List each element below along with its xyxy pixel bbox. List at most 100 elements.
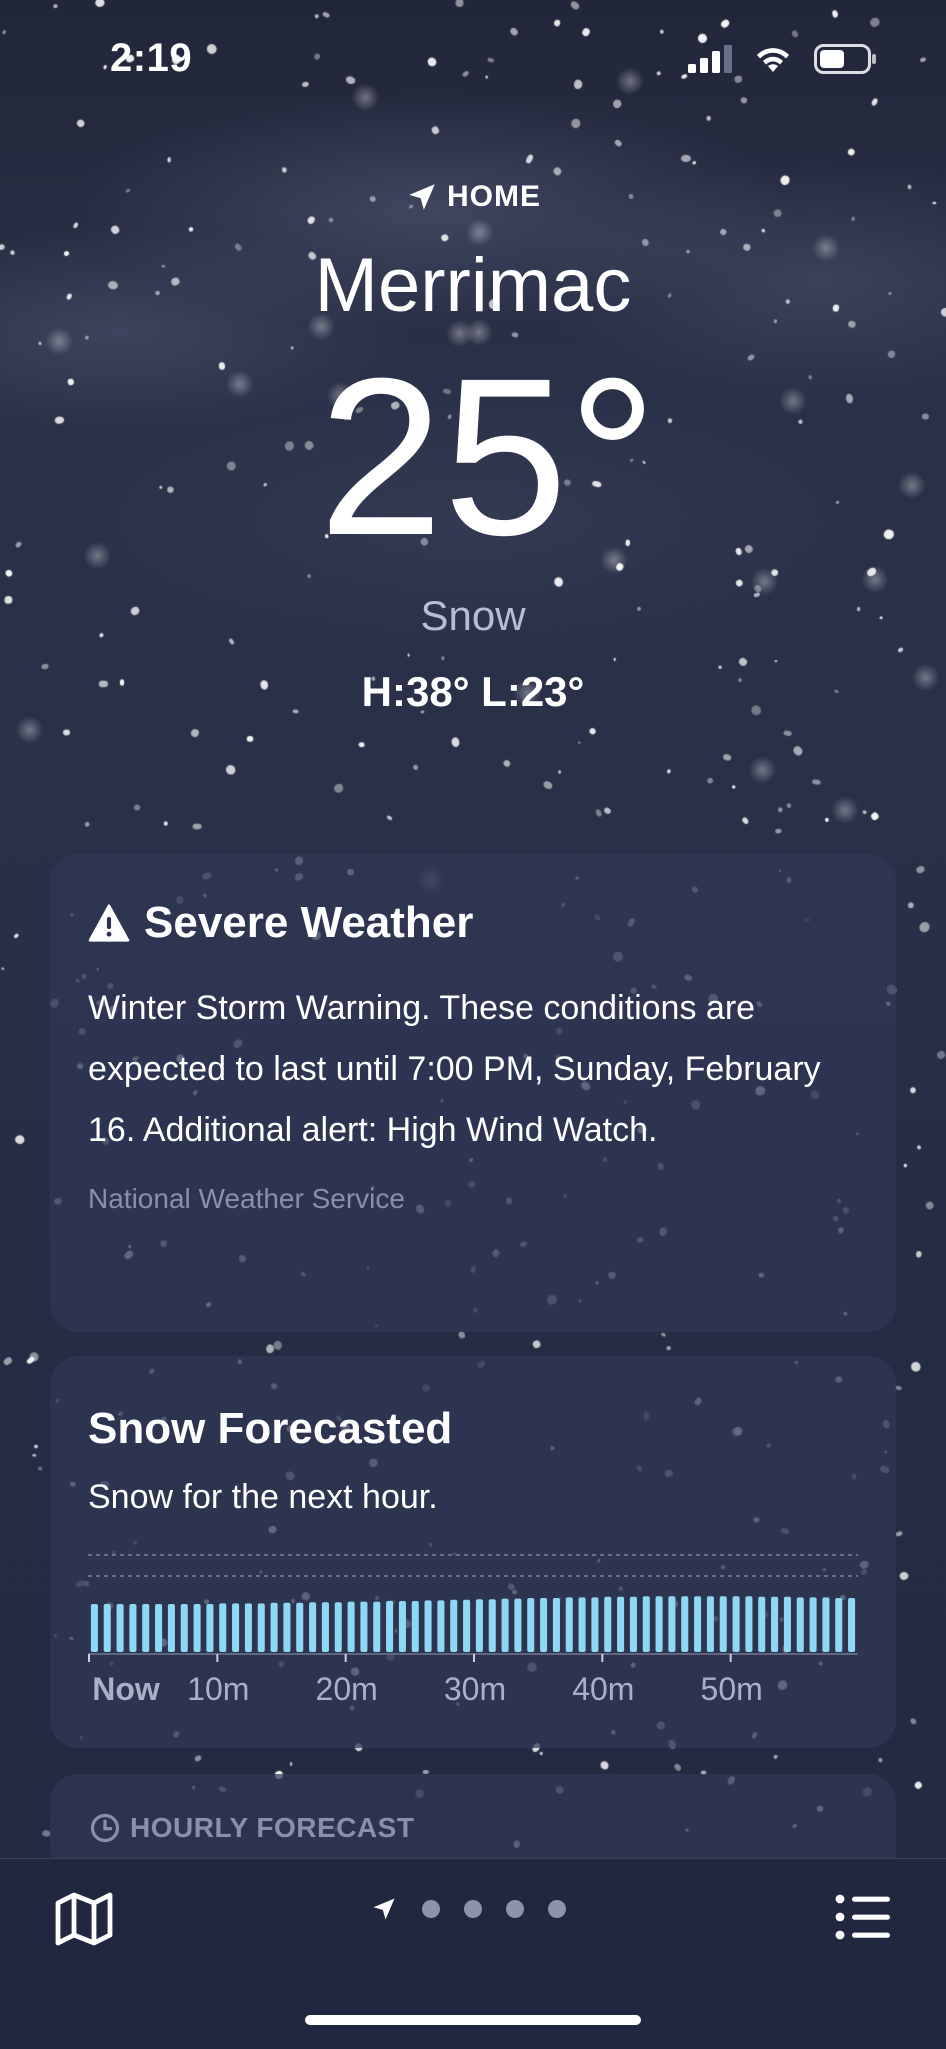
precipitation-bar <box>655 1596 663 1652</box>
x-tick-label: 30m <box>444 1671 506 1704</box>
current-location-label: HOME <box>0 180 946 214</box>
hourly-forecast-title: HOURLY FORECAST <box>130 1812 415 1843</box>
map-button[interactable] <box>54 1891 114 1952</box>
precipitation-bar <box>514 1598 522 1652</box>
x-tick-label: Now <box>92 1671 160 1704</box>
location-list-button[interactable] <box>834 1891 892 1948</box>
map-icon <box>55 1892 113 1946</box>
precipitation-bar <box>501 1598 509 1652</box>
severe-weather-title-text: Severe Weather <box>144 898 474 947</box>
precipitation-bar <box>706 1596 714 1652</box>
precipitation-bar <box>694 1596 702 1652</box>
current-condition: Snow <box>420 592 526 639</box>
precipitation-bar <box>257 1603 265 1652</box>
page-dot[interactable] <box>464 1900 482 1918</box>
city-name: Merrimac <box>314 243 632 328</box>
list-icon <box>835 1894 890 1940</box>
home-indicator[interactable] <box>305 2015 641 2025</box>
x-tick-label: 50m <box>701 1671 763 1704</box>
warning-icon <box>88 904 130 942</box>
precipitation-bar <box>809 1597 817 1652</box>
precipitation-bar <box>565 1597 573 1652</box>
precipitation-bar <box>719 1596 727 1652</box>
x-tick-label: 20m <box>316 1671 378 1704</box>
precipitation-bar <box>475 1599 483 1652</box>
location-arrow-icon <box>409 184 435 210</box>
precipitation-bar <box>411 1601 419 1652</box>
page-indicator[interactable] <box>370 1895 566 1923</box>
snow-forecast-card[interactable]: Snow Forecasted Snow for the next hour. … <box>50 1356 896 1748</box>
page-dot[interactable] <box>422 1900 440 1918</box>
precipitation-chart: Now 10m 20m 30m 40m 50m <box>88 1554 858 1704</box>
status-time: 2:19 <box>110 36 193 80</box>
precipitation-bar <box>244 1603 252 1652</box>
cellular-signal-icon <box>688 45 732 73</box>
precipitation-bar <box>604 1596 612 1652</box>
precipitation-bar <box>552 1598 560 1652</box>
precipitation-bar <box>783 1596 791 1652</box>
precipitation-bar <box>578 1597 586 1652</box>
precipitation-bar <box>373 1601 381 1652</box>
precipitation-bar <box>617 1596 625 1652</box>
clock-icon <box>90 1813 120 1843</box>
x-tick-label: 40m <box>572 1671 634 1704</box>
precipitation-bar <box>296 1602 304 1652</box>
precipitation-bar <box>848 1598 856 1652</box>
precipitation-bar <box>193 1604 201 1652</box>
page-dot[interactable] <box>506 1900 524 1918</box>
location-label-text: HOME <box>447 180 541 213</box>
page-dot[interactable] <box>548 1900 566 1918</box>
precipitation-bar <box>334 1602 342 1652</box>
precipitation-bar <box>142 1604 150 1652</box>
precipitation-bar <box>629 1596 637 1652</box>
precipitation-bar <box>167 1604 175 1652</box>
precipitation-bar <box>758 1596 766 1652</box>
precipitation-bar <box>386 1601 394 1652</box>
precipitation-bar <box>745 1596 753 1652</box>
status-icons <box>688 44 878 74</box>
precipitation-bar <box>219 1603 227 1652</box>
precipitation-bar <box>527 1598 535 1652</box>
severe-weather-card[interactable]: Severe Weather Winter Storm Warning. The… <box>50 854 896 1332</box>
severe-weather-title: Severe Weather <box>88 898 858 948</box>
snow-forecast-title: Snow Forecasted <box>88 1404 453 1453</box>
precipitation-bar <box>90 1604 98 1652</box>
precipitation-bar <box>309 1602 317 1652</box>
current-temperature: 25° <box>318 332 658 582</box>
precipitation-bar <box>450 1599 458 1652</box>
precipitation-bar <box>642 1596 650 1652</box>
precipitation-bar <box>347 1601 355 1652</box>
precipitation-bar <box>103 1604 111 1652</box>
precipitation-bar <box>232 1603 240 1652</box>
precipitation-bar <box>540 1598 548 1652</box>
snow-forecast-subtitle: Snow for the next hour. <box>88 1478 438 1516</box>
precipitation-bar <box>321 1602 329 1652</box>
precipitation-bar <box>283 1602 291 1652</box>
precipitation-bar <box>398 1601 406 1652</box>
precipitation-bar <box>732 1596 740 1652</box>
precipitation-bar <box>206 1604 214 1652</box>
location-arrow-icon <box>373 1898 395 1920</box>
hourly-forecast-header: HOURLY FORECAST <box>90 1812 856 1844</box>
precipitation-bar <box>270 1602 278 1652</box>
severe-weather-source: National Weather Service <box>88 1183 405 1214</box>
precipitation-bar <box>771 1596 779 1652</box>
precipitation-bar <box>360 1601 368 1652</box>
precipitation-bar <box>437 1600 445 1652</box>
severe-weather-description: Winter Storm Warning. These conditions a… <box>88 989 821 1149</box>
precipitation-bar <box>129 1604 137 1652</box>
precipitation-bar <box>591 1597 599 1652</box>
precipitation-bar <box>488 1599 496 1652</box>
high-low-temperature: H:38° L:23° <box>361 668 585 715</box>
battery-icon <box>814 44 876 74</box>
precipitation-bar <box>681 1596 689 1652</box>
precipitation-bar <box>796 1597 804 1652</box>
precipitation-bar <box>822 1597 830 1652</box>
x-tick-label: 10m <box>187 1671 249 1704</box>
precipitation-bar <box>180 1604 188 1652</box>
precipitation-bar <box>835 1598 843 1652</box>
precipitation-bar <box>116 1604 124 1652</box>
precipitation-bar <box>668 1596 676 1652</box>
precipitation-bar <box>424 1600 432 1652</box>
precipitation-bar <box>463 1599 471 1652</box>
